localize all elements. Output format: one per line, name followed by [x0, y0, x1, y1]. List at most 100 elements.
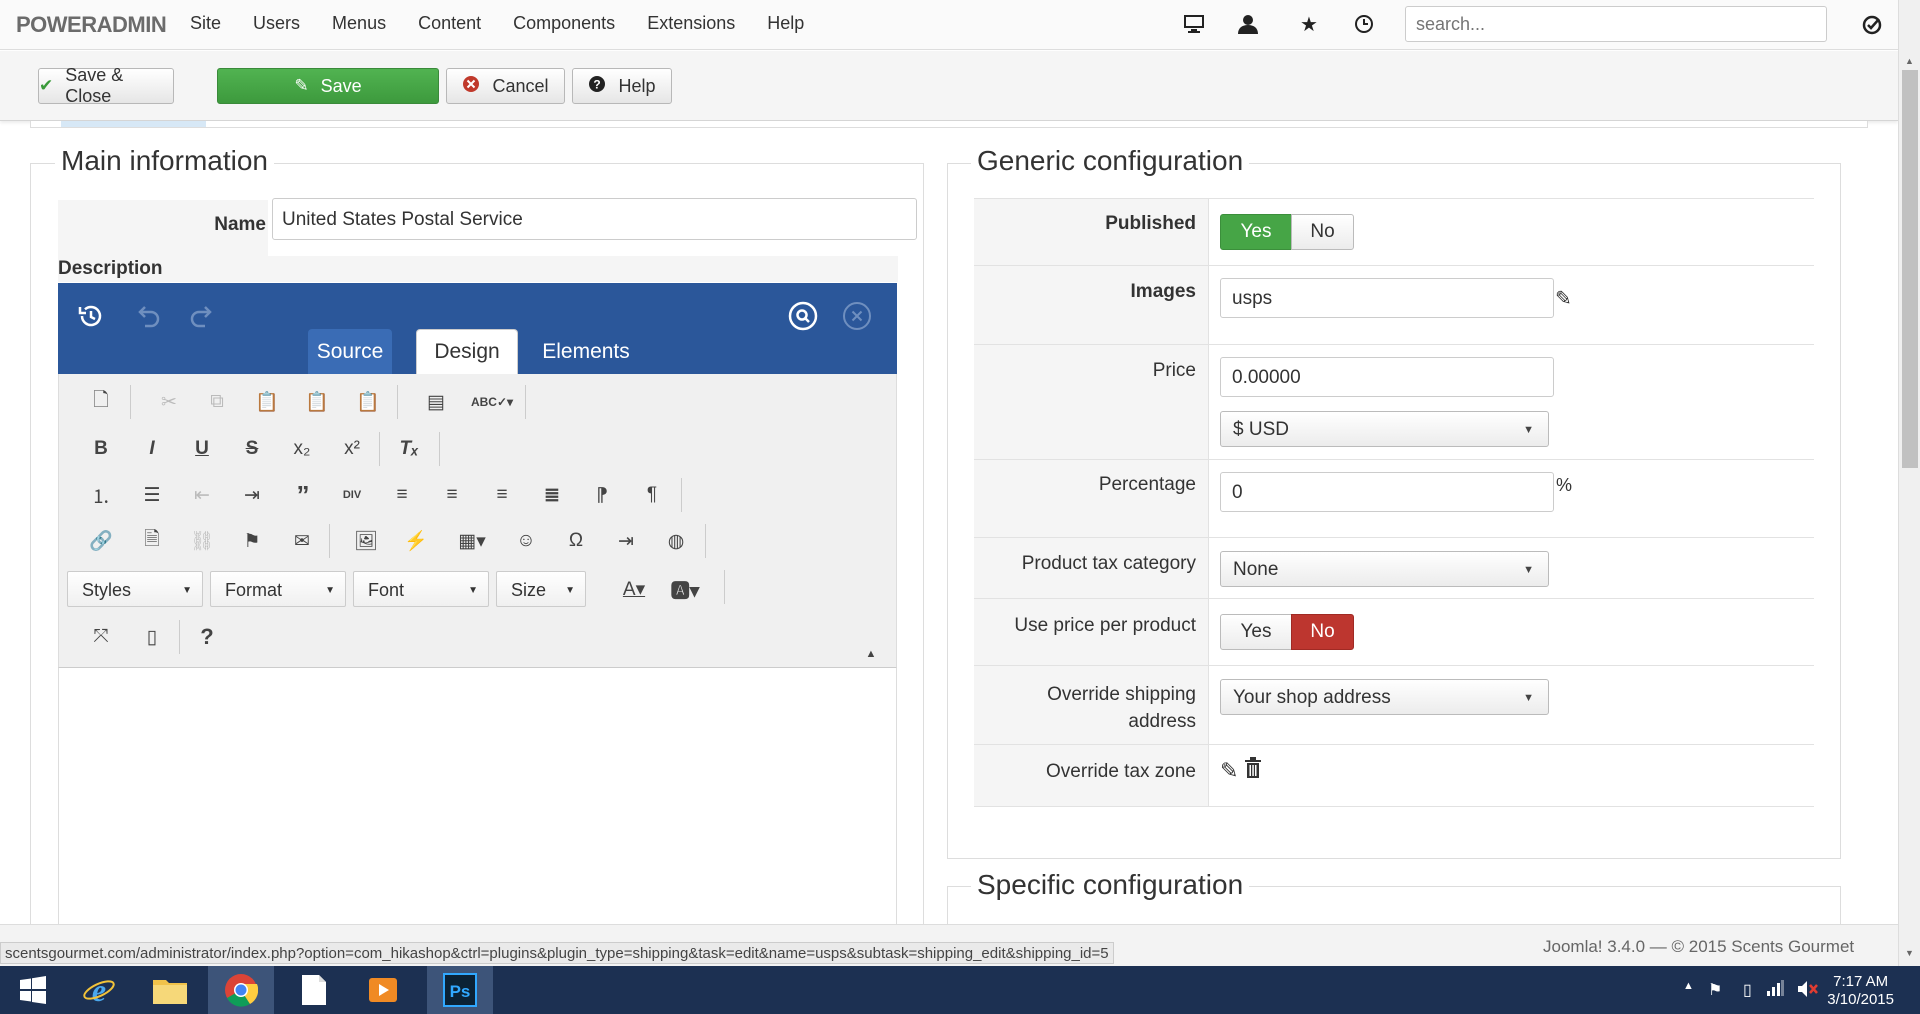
flash-icon[interactable]: ⚡	[401, 526, 431, 556]
action-center-flag-icon[interactable]: ⚑	[1708, 980, 1722, 1000]
special-char-icon[interactable]: Ω	[561, 526, 591, 556]
show-blocks-icon[interactable]: ▯	[137, 622, 167, 652]
menu-item-extensions[interactable]: Extensions	[647, 13, 735, 34]
tab-active-indicator[interactable]	[61, 121, 206, 127]
user-icon[interactable]	[1235, 11, 1261, 37]
paste-icon[interactable]: 📋	[252, 387, 282, 417]
editor-content-area[interactable]	[58, 668, 897, 924]
published-no-toggle[interactable]: No	[1291, 214, 1354, 250]
history-icon[interactable]	[74, 299, 108, 333]
text-color-icon[interactable]: A▾	[614, 574, 654, 604]
trash-icon[interactable]	[1244, 757, 1262, 781]
blockquote-icon[interactable]: ”	[288, 480, 318, 510]
network-signal-icon[interactable]	[1766, 980, 1784, 1001]
new-document-icon[interactable]: 🗋	[86, 387, 116, 417]
undo-icon[interactable]	[130, 299, 164, 333]
underline-icon[interactable]: U	[187, 434, 217, 464]
superscript-icon[interactable]: x²	[337, 434, 367, 464]
background-color-icon[interactable]: 🅰▾	[665, 574, 705, 604]
price-field[interactable]: 0.00000	[1220, 357, 1554, 397]
strikethrough-icon[interactable]: S	[237, 434, 267, 464]
published-yes-toggle[interactable]: Yes	[1220, 214, 1292, 250]
save-close-button[interactable]: ✔ Save & Close	[38, 65, 174, 106]
italic-icon[interactable]: I	[137, 434, 167, 464]
menu-item-site[interactable]: Site	[190, 13, 221, 34]
text-direction-ltr-icon[interactable]: ⁋	[587, 480, 617, 510]
page-scrollbar[interactable]: ▲ ▼	[1898, 0, 1920, 966]
collapse-toolbar-icon[interactable]: ▲	[856, 639, 886, 669]
scroll-down-arrow-icon[interactable]: ▼	[1905, 948, 1914, 958]
align-right-icon[interactable]: ≡	[487, 480, 517, 510]
volume-muted-icon[interactable]	[1797, 980, 1819, 1003]
star-icon[interactable]: ★	[1296, 11, 1322, 37]
price-per-product-no-toggle[interactable]: No	[1291, 614, 1354, 650]
paste-text-icon[interactable]: 📋	[302, 387, 332, 417]
monitor-icon[interactable]	[1181, 11, 1207, 37]
font-combo[interactable]: Font ▼	[353, 571, 489, 607]
file-explorer-icon[interactable]	[137, 966, 203, 1014]
menu-item-content[interactable]: Content	[418, 13, 481, 34]
outdent-icon[interactable]: ⇤	[187, 480, 217, 510]
taskbar-clock[interactable]: 7:17 AM 3/10/2015	[1827, 973, 1894, 1009]
spellcheck-icon[interactable]: ABC✓▾	[471, 387, 513, 417]
subscript-icon[interactable]: x₂	[287, 434, 317, 464]
cut-icon[interactable]: ✂	[154, 387, 184, 417]
chrome-icon[interactable]	[208, 966, 274, 1014]
scroll-up-arrow-icon[interactable]: ▲	[1905, 56, 1914, 66]
image-icon[interactable]: 🖼	[351, 526, 381, 556]
unlink-icon[interactable]: ⛓	[187, 526, 217, 556]
styles-combo[interactable]: Styles ▼	[67, 571, 203, 607]
anchor-flag-icon[interactable]: ⚑	[237, 526, 267, 556]
indent-icon[interactable]: ⇥	[237, 480, 267, 510]
smiley-icon[interactable]: ☺	[511, 526, 541, 556]
save-button[interactable]: ✎ Save	[217, 68, 439, 104]
email-link-icon[interactable]: ✉	[287, 526, 317, 556]
template-icon[interactable]: ▤	[421, 387, 451, 417]
tax-category-select[interactable]: None ▼	[1220, 551, 1549, 587]
paste-word-icon[interactable]: 📋	[353, 387, 383, 417]
images-field[interactable]: usps	[1220, 278, 1554, 318]
windows-start-icon[interactable]	[0, 966, 66, 1014]
media-player-icon[interactable]	[350, 966, 416, 1014]
brand-logo[interactable]: POWERADMIN	[16, 12, 167, 38]
redo-icon[interactable]	[186, 299, 220, 333]
internet-explorer-icon[interactable]: e	[66, 966, 132, 1014]
search-input[interactable]	[1405, 6, 1827, 42]
about-help-icon[interactable]: ?	[192, 622, 222, 652]
create-div-icon[interactable]: DIV	[337, 480, 367, 510]
format-combo[interactable]: Format ▼	[210, 571, 346, 607]
tab-elements[interactable]: Elements	[528, 329, 644, 374]
edit-pencil-icon[interactable]: ✎	[1220, 758, 1238, 784]
currency-select[interactable]: $ USD ▼	[1220, 411, 1549, 447]
bold-icon[interactable]: B	[86, 434, 116, 464]
iframe-globe-icon[interactable]: ◍	[661, 526, 691, 556]
menu-item-menus[interactable]: Menus	[332, 13, 386, 34]
show-hidden-icons-icon[interactable]: ▲	[1683, 980, 1694, 992]
copy-icon[interactable]: ⧉	[202, 387, 232, 417]
document-icon[interactable]	[281, 966, 347, 1014]
cancel-button[interactable]: Cancel	[446, 68, 565, 104]
size-combo[interactable]: Size ▼	[496, 571, 586, 607]
numbered-list-icon[interactable]: ⒈	[86, 480, 116, 510]
price-per-product-yes-toggle[interactable]: Yes	[1220, 614, 1292, 650]
document-link-icon[interactable]: 🗎	[137, 526, 167, 556]
menu-item-components[interactable]: Components	[513, 13, 615, 34]
help-button[interactable]: ? Help	[572, 68, 672, 104]
battery-icon[interactable]: ▯	[1743, 980, 1752, 1000]
remove-format-icon[interactable]: Tₓ	[394, 434, 424, 464]
justify-icon[interactable]: ≣	[537, 480, 567, 510]
photoshop-icon[interactable]: Ps	[427, 966, 493, 1014]
bulleted-list-icon[interactable]: ☰	[137, 480, 167, 510]
align-left-icon[interactable]: ≡	[387, 480, 417, 510]
close-circle-icon[interactable]	[840, 299, 874, 333]
clock-icon[interactable]	[1351, 11, 1377, 37]
pencil-icon[interactable]: ✎	[1555, 286, 1572, 311]
tab-source[interactable]: Source	[308, 329, 392, 374]
menu-item-users[interactable]: Users	[253, 13, 300, 34]
link-icon[interactable]: 🔗	[86, 526, 116, 556]
text-direction-rtl-icon[interactable]: ¶	[637, 480, 667, 510]
menu-item-help[interactable]: Help	[767, 13, 804, 34]
page-break-icon[interactable]: ⇥	[611, 526, 641, 556]
percentage-field[interactable]: 0	[1220, 472, 1554, 512]
override-shipping-select[interactable]: Your shop address ▼	[1220, 679, 1549, 715]
